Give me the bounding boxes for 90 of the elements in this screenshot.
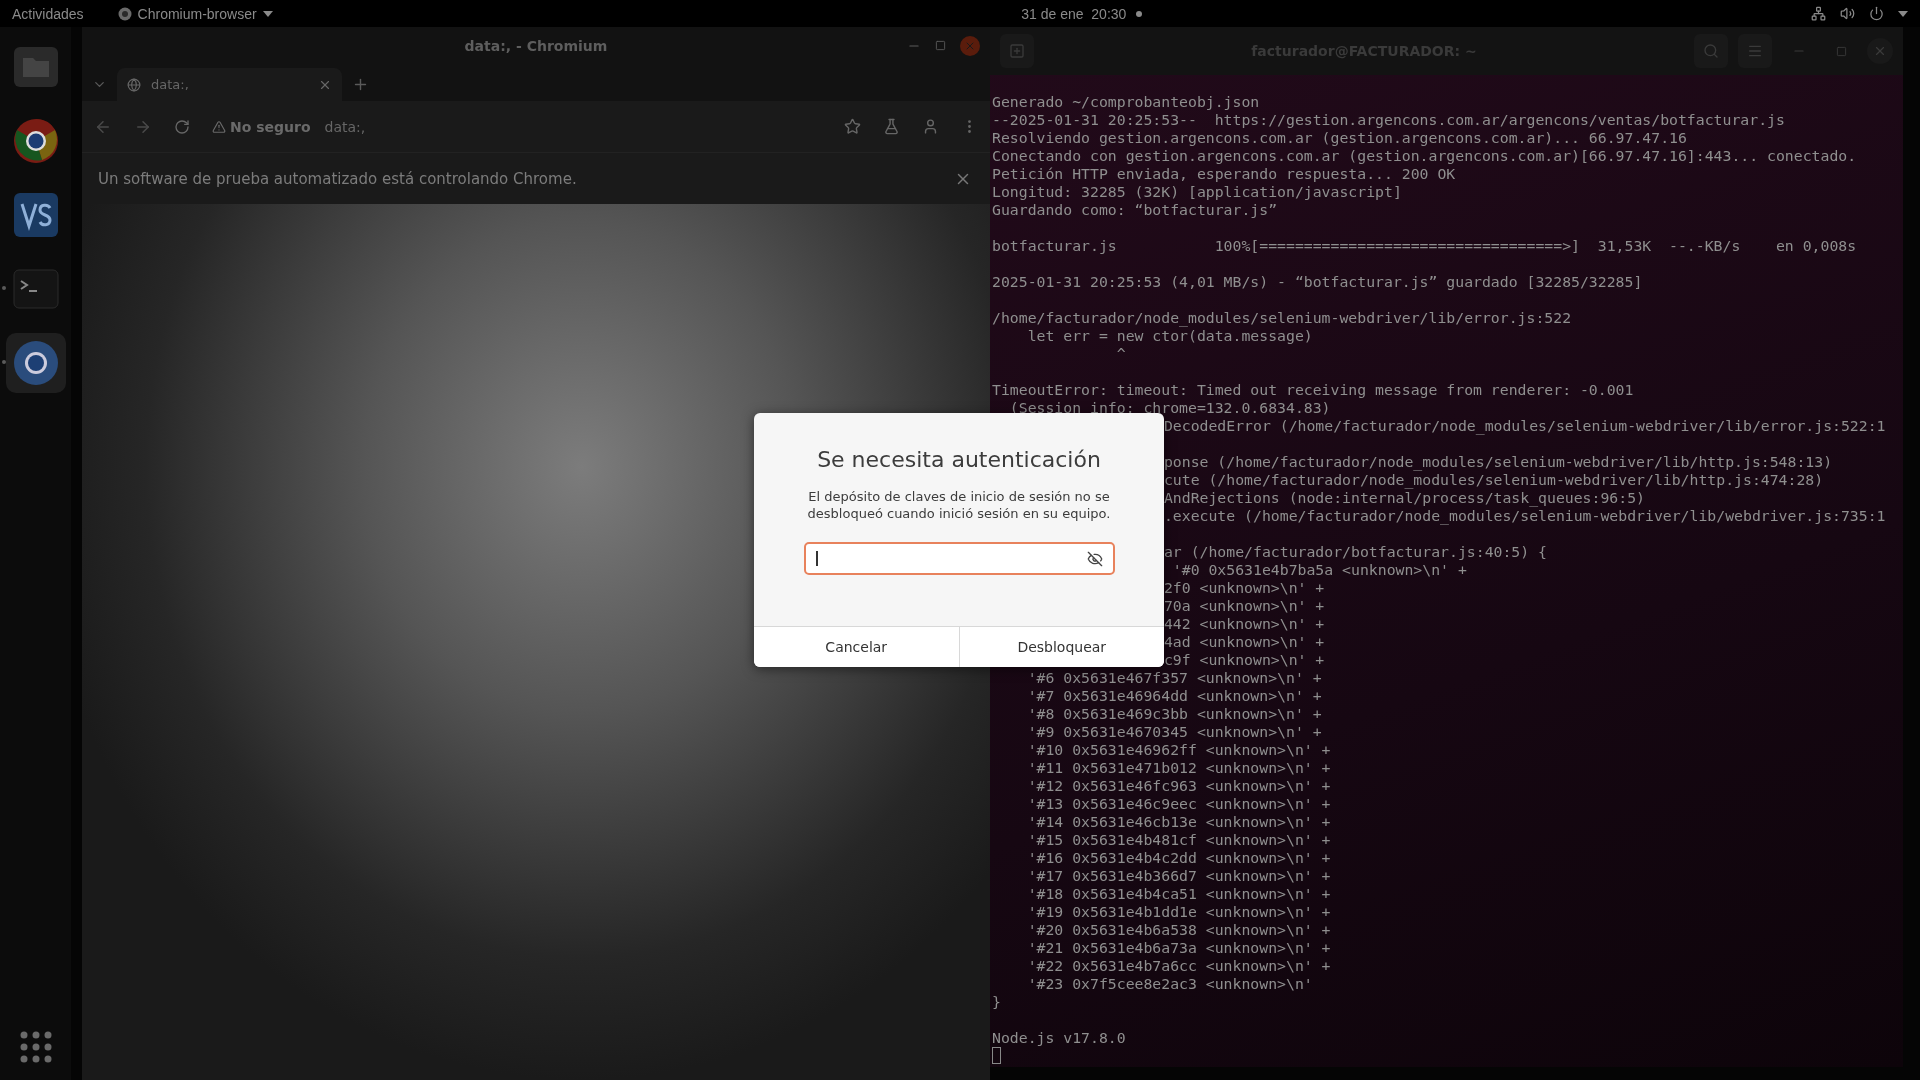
terminal-line: Node.js v17.8.0	[992, 1029, 1126, 1046]
eye-off-icon[interactable]	[1087, 550, 1103, 567]
terminal-line: '#12 0x5631e46fc963 <unknown>\n' +	[1026, 777, 1331, 794]
automation-notice: Un software de prueba automatizado está controlando Chrome.	[98, 169, 578, 188]
power-icon[interactable]	[1869, 6, 1884, 21]
maximize-icon[interactable]	[1836, 45, 1847, 57]
flask-icon[interactable]	[883, 118, 900, 135]
search-icon	[1703, 43, 1719, 59]
terminal-line: let err = new ctor(data.message)	[1026, 327, 1313, 344]
terminal-line: --2025-01-31 20:25:53-- https://gestion.argencons.com.ar/argencons/ventas/botfacturar.js	[992, 111, 1785, 128]
terminal-line: botfacturar.js 100%[==================================>] 31,53K --.-KB/s en 0,008s	[992, 237, 1857, 254]
app-icon	[117, 6, 132, 21]
terminal-line: '#18 0x5631e4b4ca51 <unknown>\n' +	[1026, 885, 1331, 902]
terminal-line: Resolviendo gestion.argencons.com.ar (gestion.argencons.com.ar)... 66.97.47.16	[992, 129, 1687, 146]
terminal-line: Longitud: 32285 (32K) [application/javascript]	[992, 183, 1402, 200]
reload-icon[interactable]	[174, 118, 190, 135]
dialog-button[interactable]: Cancelar	[754, 627, 960, 667]
dialog-message: El depósito de claves de inicio de sesión no se desbloqueó cuando inició sesión en su equipo.	[806, 488, 1112, 522]
dialog-title: Se necesita autenticación	[816, 447, 1102, 472]
terminal-line: }	[992, 993, 1001, 1010]
terminal-line: Guardando como: “botfacturar.js”	[992, 201, 1278, 218]
terminal-line: DecodedError (/home/facturador/node_modules/selenium-webdriver/lib/error.js:522:1	[1163, 417, 1886, 434]
terminal-line: '#15 0x5631e4b481cf <unknown>\n' +	[1026, 831, 1331, 848]
terminal-line: '#9 0x5631e4670345 <unknown>\n' +	[1026, 723, 1322, 740]
terminal-line: Conectando con gestion.argencons.com.ar (gestion.argencons.com.ar)[66.97.47.16]:443... conectado.	[992, 147, 1857, 164]
terminal-line: /home/facturador/node_modules/selenium-webdriver/lib/error.js:522	[992, 309, 1572, 326]
warning-icon	[212, 119, 226, 134]
terminal-cursor	[992, 1047, 1001, 1064]
terminal-line: .execute (/home/facturador/node_modules/selenium-webdriver/lib/webdriver.js:735:1	[1163, 507, 1886, 524]
terminal-icon	[12, 269, 59, 309]
terminal-line: '#23 0x7f5cee8e2ac3 <unknown>\n'	[1026, 975, 1313, 992]
terminal-line: '#11 0x5631e471b012 <unknown>\n' +	[1026, 759, 1331, 776]
terminal-line: ^	[1115, 345, 1126, 362]
terminal-line: '#14 0x5631e46cb13e <unknown>\n' +	[1026, 813, 1331, 830]
volume-icon[interactable]	[1840, 6, 1855, 21]
folder-icon	[12, 46, 59, 88]
terminal-line: '#17 0x5631e4b366d7 <unknown>\n' +	[1026, 867, 1331, 884]
password-field[interactable]	[804, 542, 1115, 575]
terminal-line: Petición HTTP enviada, esperando respuesta... 200 OK	[992, 165, 1456, 182]
window-title: data:, - Chromium	[464, 37, 608, 54]
terminal-line: (Session info: chrome=132.0.6834.83)	[1008, 399, 1331, 416]
terminal-line: '#20 0x5631e4b6a538 <unknown>\n' +	[1026, 921, 1331, 938]
terminal-line: '#16 0x5631e4b4c2dd <unknown>\n' +	[1026, 849, 1331, 866]
app-grid-icon[interactable]	[18, 1030, 53, 1064]
search-button[interactable]	[1694, 34, 1728, 68]
new-tab-icon[interactable]	[352, 76, 369, 93]
terminal-line: '#13 0x5631e46c9eec <unknown>\n' +	[1026, 795, 1331, 812]
chrome-icon	[11, 117, 60, 165]
terminal-line: '#6 0x5631e467f357 <unknown>\n' +	[1026, 669, 1322, 686]
terminal-line: AndRejections (node:internal/process/task_queues:96:5)	[1163, 489, 1645, 506]
menu-icon	[1747, 43, 1763, 59]
terminal-line: 4ad <unknown>\n' +	[1163, 633, 1325, 650]
terminal-line: c9f <unknown>\n' +	[1163, 651, 1325, 668]
add-tab-icon	[1009, 43, 1025, 59]
terminal-line: '#0 0x5631e4b7ba5a <unknown>\n' +	[1171, 561, 1467, 578]
terminal-line: TimeoutError: timeout: Timed out receiving message from renderer: -0.001	[992, 381, 1634, 398]
app-menu[interactable]: Chromium-browser	[117, 5, 273, 22]
terminal-line: 442 <unknown>\n' +	[1163, 615, 1325, 632]
security-chip[interactable]: No seguro	[212, 118, 311, 135]
terminal-line: '#10 0x5631e46962ff <unknown>\n' +	[1026, 741, 1331, 758]
caret-icon	[262, 10, 273, 17]
terminal-line: ar (/home/facturador/botfacturar.js:40:5) {	[1163, 543, 1547, 560]
notification-dot-icon	[1136, 10, 1143, 17]
terminal-line: Generado ~/comprobanteobj.json	[992, 93, 1260, 110]
activities-button[interactable]: Actividades	[12, 5, 84, 22]
terminal-line: cute (/home/facturador/node_modules/selenium-webdriver/lib/http.js:474:28)	[1163, 471, 1824, 488]
maximize-icon[interactable]	[935, 40, 946, 51]
globe-icon	[127, 77, 141, 92]
terminal-line: '#8 0x5631e469c3bb <unknown>\n' +	[1026, 705, 1322, 722]
terminal-line: '#21 0x5631e4b6a73a <unknown>\n' +	[1026, 939, 1331, 956]
close-button[interactable]	[1867, 38, 1893, 64]
terminal-line: 2025-01-31 20:25:53 (4,01 MB/s) - “botfacturar.js” guardado [32285/32285]	[992, 273, 1643, 290]
terminal-line: '#22 0x5631e4b7a6cc <unknown>\n' +	[1026, 957, 1331, 974]
network-icon[interactable]	[1811, 6, 1826, 21]
menu-button[interactable]	[1738, 34, 1772, 68]
close-button[interactable]	[960, 35, 980, 56]
terminal-line: 2f0 <unknown>\n' +	[1163, 579, 1325, 596]
caret-icon[interactable]	[1898, 10, 1908, 17]
editor-icon	[12, 192, 59, 238]
terminal-line: '#7 0x5631e46964dd <unknown>\n' +	[1026, 687, 1322, 704]
terminal-line: 70a <unknown>\n' +	[1163, 597, 1325, 614]
clock[interactable]: 31 de ene 20:30	[1021, 5, 1127, 22]
chromium-icon	[11, 339, 60, 387]
profile-icon[interactable]	[922, 118, 939, 135]
terminal-line: ponse (/home/facturador/node_modules/selenium-webdriver/lib/http.js:548:13)	[1163, 453, 1833, 470]
terminal-line: '#19 0x5631e4b1dd1e <unknown>\n' +	[1026, 903, 1331, 920]
dialog-button[interactable]: Desbloquear	[959, 627, 1164, 667]
bookmark-star-icon[interactable]	[844, 118, 861, 135]
close-icon	[1873, 44, 1887, 58]
dock-item[interactable]	[5, 333, 66, 393]
